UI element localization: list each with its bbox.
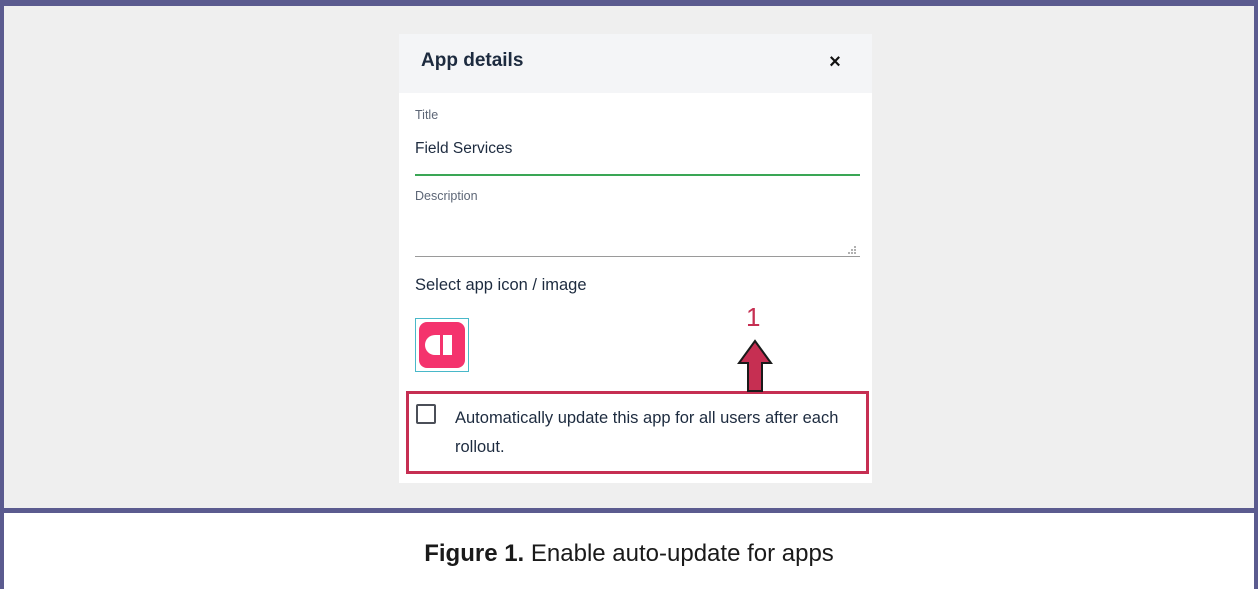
annotation-number: 1 [746,302,761,332]
caption-prefix: Figure 1. [424,540,525,567]
frame-border-right [1254,0,1258,589]
title-input[interactable]: Field Services [415,140,512,158]
dialog-title: App details [421,50,524,71]
title-field-label: Title [415,108,439,122]
arrow-up-icon [737,339,773,392]
figure-caption: Figure 1. Enable auto-update for apps [0,540,1258,568]
description-textarea[interactable] [415,214,845,252]
figure-frame: App details × Title Field Services Descr… [0,0,1258,589]
app-icon-selector[interactable] [415,318,469,372]
app-icon [419,322,465,368]
close-icon[interactable]: × [824,51,846,73]
description-underline [415,256,860,257]
auto-update-label: Automatically update this app for all us… [455,409,839,456]
description-field-label: Description [415,189,478,203]
frame-divider [0,508,1258,513]
auto-update-checkbox[interactable] [416,404,436,424]
resize-grip-icon[interactable] [845,243,857,255]
app-details-dialog: App details × Title Field Services Descr… [399,34,872,483]
screenshot-area: App details × Title Field Services Descr… [4,6,1254,508]
app-glyph-icon [425,335,452,355]
caption-text: Enable auto-update for apps [524,540,834,567]
select-icon-label: Select app icon / image [415,276,587,294]
dialog-header: App details × [399,34,872,93]
title-input-underline [415,174,860,176]
